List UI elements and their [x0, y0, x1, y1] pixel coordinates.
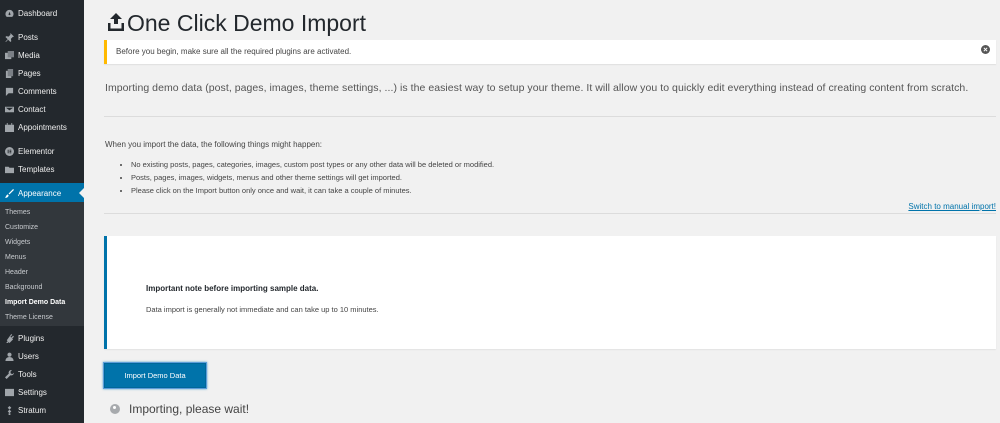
sidebar-item-appearance[interactable]: Appearance	[0, 183, 84, 203]
sidebar-item-plugins[interactable]: Plugins	[0, 329, 84, 347]
pin-icon	[4, 32, 14, 42]
sidebar-item-label: Media	[18, 50, 40, 60]
sidebar-item-label: Templates	[18, 164, 55, 174]
sidebar-item-label: Appointments	[18, 122, 67, 132]
intro-text: Importing demo data (post, pages, images…	[105, 82, 969, 94]
page-title: One Click Demo Import	[127, 10, 367, 36]
import-effects-list: No existing posts, pages, categories, im…	[131, 158, 494, 197]
important-note-box: Important note before importing sample d…	[104, 236, 996, 349]
manual-import-link[interactable]: Switch to manual import!	[908, 202, 996, 211]
sidebar-item-comments[interactable]: Comments	[0, 82, 84, 100]
note-title: Important note before importing sample d…	[146, 284, 319, 293]
sidebar-item-contact[interactable]: Contact	[0, 100, 84, 118]
admin-sidebar: Dashboard Posts Media Pages Comments Con…	[0, 0, 84, 423]
comments-icon	[4, 86, 14, 96]
sidebar-item-label: Dashboard	[18, 8, 58, 18]
sidebar-item-label: Tools	[18, 369, 37, 379]
upload-icon	[108, 13, 124, 31]
import-status-text: Importing, please wait!	[129, 402, 250, 416]
calendar-icon	[4, 122, 14, 132]
paintbrush-icon	[4, 188, 14, 198]
submenu-item-menus[interactable]: Menus	[5, 254, 26, 261]
sidebar-item-label: Contact	[18, 104, 46, 114]
plugins-notice: Before you begin, make sure all the requ…	[104, 40, 996, 64]
spinner-icon	[110, 404, 120, 414]
media-icon	[4, 50, 14, 60]
submenu-item-header[interactable]: Header	[5, 269, 28, 276]
wrench-icon	[4, 369, 14, 379]
sidebar-item-appointments[interactable]: Appointments	[0, 118, 84, 136]
note-body: Data import is generally not immediate a…	[146, 305, 379, 314]
sidebar-item-label: Plugins	[18, 333, 45, 343]
submenu-item-import-demo-data[interactable]: Import Demo Data	[5, 299, 65, 306]
list-heading: When you import the data, the following …	[105, 140, 323, 149]
sidebar-item-label: Appearance	[18, 188, 62, 198]
notice-text: Before you begin, make sure all the requ…	[116, 47, 352, 56]
sidebar-item-posts[interactable]: Posts	[0, 28, 84, 46]
mail-icon	[4, 104, 14, 114]
submenu-item-customize[interactable]: Customize	[5, 224, 38, 231]
list-item: No existing posts, pages, categories, im…	[131, 158, 494, 171]
list-item: Please click on the Import button only o…	[131, 184, 494, 197]
sidebar-item-elementor[interactable]: Elementor	[0, 142, 84, 160]
appearance-submenu: Themes Customize Widgets Menus Header Ba…	[0, 202, 84, 326]
sidebar-item-label: Elementor	[18, 146, 55, 156]
submenu-item-widgets[interactable]: Widgets	[5, 239, 30, 246]
stratum-icon	[4, 405, 14, 415]
sidebar-item-label: Posts	[18, 32, 39, 42]
users-icon	[4, 351, 14, 361]
dashboard-icon	[4, 8, 14, 18]
sidebar-item-users[interactable]: Users	[0, 347, 84, 365]
folder-icon	[4, 164, 14, 174]
submenu-item-background[interactable]: Background	[5, 284, 42, 291]
sidebar-item-dashboard[interactable]: Dashboard	[0, 4, 84, 22]
sidebar-item-label: Stratum	[18, 405, 47, 415]
sidebar-item-media[interactable]: Media	[0, 46, 84, 64]
pages-icon	[4, 68, 14, 78]
sidebar-item-label: Settings	[18, 387, 47, 397]
elementor-icon	[4, 146, 14, 156]
sidebar-item-label: Comments	[18, 86, 57, 96]
sidebar-item-templates[interactable]: Templates	[0, 160, 84, 178]
dismiss-icon[interactable]	[981, 45, 990, 54]
sidebar-item-stratum[interactable]: Stratum	[0, 401, 84, 419]
submenu-item-theme-license[interactable]: Theme License	[5, 314, 53, 321]
sidebar-item-pages[interactable]: Pages	[0, 64, 84, 82]
divider	[104, 116, 996, 117]
sidebar-item-label: Users	[18, 351, 39, 361]
plugin-icon	[4, 333, 14, 343]
sidebar-item-settings[interactable]: Settings	[0, 383, 84, 401]
list-item: Posts, pages, images, widgets, menus and…	[131, 171, 494, 184]
divider	[104, 213, 996, 214]
settings-icon	[4, 387, 14, 397]
sidebar-item-tools[interactable]: Tools	[0, 365, 84, 383]
import-demo-data-button[interactable]: Import Demo Data	[104, 363, 206, 388]
submenu-item-themes[interactable]: Themes	[5, 209, 30, 216]
sidebar-item-label: Pages	[18, 68, 41, 78]
